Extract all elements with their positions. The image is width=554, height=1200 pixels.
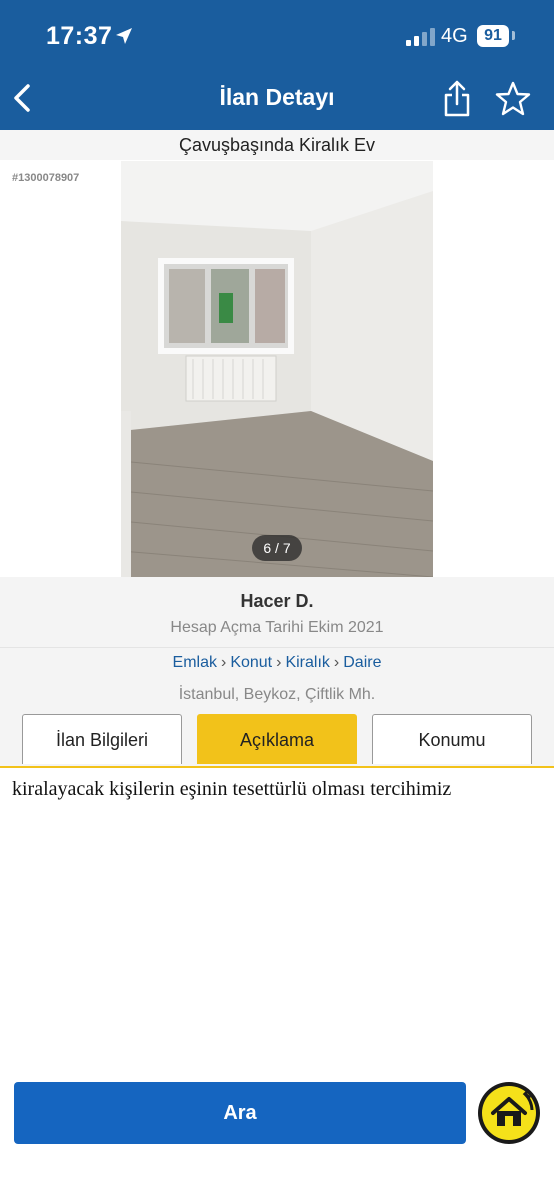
listing-id: #1300078907	[12, 172, 80, 184]
breadcrumb-separator: ›	[333, 654, 340, 671]
status-bar: 17:37 4G 91	[0, 0, 554, 70]
breadcrumb-item-daire[interactable]: Daire	[343, 654, 381, 671]
tab-ilan-bilgileri[interactable]: İlan Bilgileri	[22, 714, 182, 764]
listing-location: İstanbul, Beykoz, Çiftlik Mh.	[178, 686, 376, 703]
breadcrumb-item-konut[interactable]: Konut	[230, 654, 272, 671]
listing-title: Çavuşbaşında Kiralık Ev	[0, 130, 554, 160]
favorite-star-icon[interactable]	[494, 80, 532, 118]
location-arrow-icon	[116, 28, 132, 44]
tab-konumu[interactable]: Konumu	[372, 714, 532, 764]
share-icon[interactable]	[442, 80, 472, 118]
category-info: Emlak › Konut › Kiralık › Daire İstanbul, Beyk…	[0, 648, 554, 712]
account-open-date: Hesap Açma Tarihi Ekim 2021	[170, 619, 384, 636]
cellular-signal-icon	[406, 28, 435, 46]
breadcrumb-item-emlak[interactable]: Emlak	[173, 654, 217, 671]
owner-info[interactable]: Hacer D. Hesap Açma Tarihi Ekim 2021	[0, 577, 554, 648]
network-type: 4G	[441, 25, 468, 47]
room-photo-illustration	[121, 161, 433, 577]
listing-description: kiralayacak kişilerin eşinin tesettürlü …	[12, 778, 452, 800]
photo-counter: 6 / 7	[252, 535, 302, 561]
nav-bar: İlan Detayı	[0, 70, 554, 130]
call-button[interactable]: Ara	[14, 1082, 466, 1144]
battery-tip	[512, 31, 515, 40]
status-time: 17:37	[46, 22, 113, 50]
breadcrumb-separator: ›	[276, 654, 282, 671]
breadcrumb: Emlak › Konut › Kiralık › Daire	[0, 654, 554, 672]
app-header: 17:37 4G 91 İlan Detayı	[0, 0, 554, 130]
owner-name: Hacer D.	[240, 591, 314, 611]
listing-photo[interactable]	[121, 161, 433, 577]
detail-tabs: İlan Bilgileri Açıklama Konumu	[0, 712, 554, 768]
breadcrumb-separator: ›	[220, 654, 227, 671]
breadcrumb-item-kiralik[interactable]: Kiralık	[285, 654, 329, 671]
battery-level: 91	[477, 25, 509, 47]
tab-aciklama[interactable]: Açıklama	[197, 714, 357, 764]
home-button-icon[interactable]	[476, 1080, 542, 1146]
